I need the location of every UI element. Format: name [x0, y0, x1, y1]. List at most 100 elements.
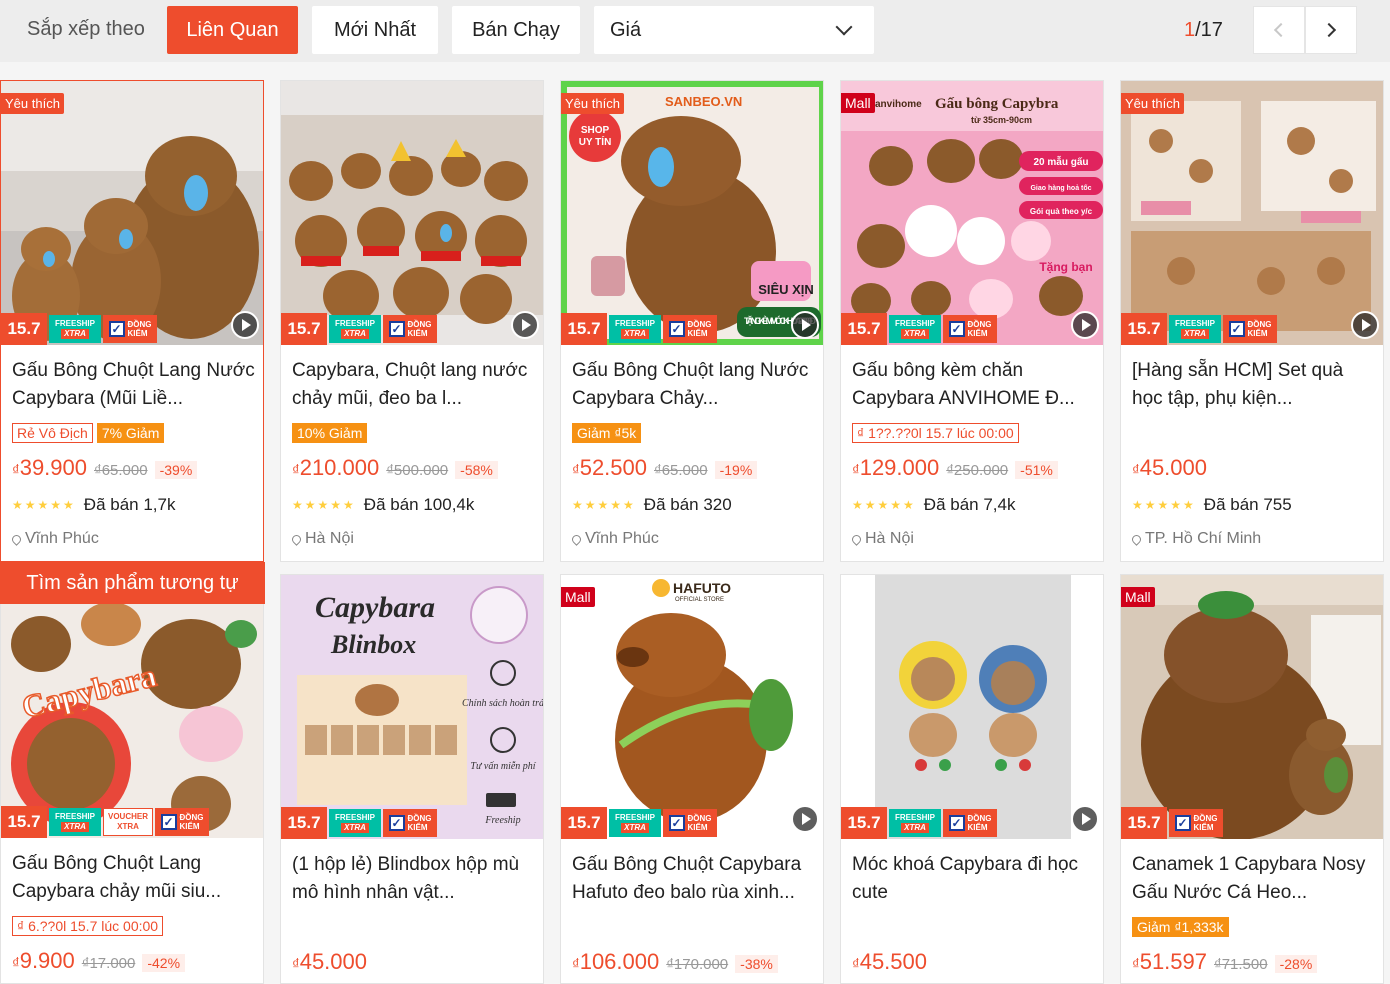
play-video-icon[interactable] — [231, 311, 259, 339]
product-card[interactable]: 15.7 FREESHIP XTRA ✓ ĐỒNG KIỂM Capybara, Ch… — [280, 80, 544, 562]
next-page-button[interactable] — [1305, 6, 1357, 54]
price-row: ₫51.597 ₫71.500 -28% — [1132, 949, 1318, 975]
product-title[interactable]: (1 hộp lẻ) Blindbox hộp mù mô hình nhân … — [292, 851, 536, 907]
original-price: ₫71.500 — [1214, 956, 1268, 973]
product-card[interactable]: Yêu thích 15.7 FREESHIP XTRA ✓ ĐỒNG KIỂM Gấ… — [0, 80, 264, 562]
play-video-icon[interactable] — [1071, 805, 1099, 833]
product-title[interactable]: Canamek 1 Capybara Nosy Gấu Nước Cá Heo.… — [1132, 851, 1376, 907]
product-image[interactable]: Capybara Blinbox Chính sách hoàn trả Tư … — [281, 575, 543, 839]
rating-row: ★★★★★ Đã bán 320 — [572, 495, 732, 515]
discount-badge: -58% — [455, 461, 498, 479]
product-image[interactable]: SHOP UY TÍN SANBEO.VN SIÊU XỊN TẶNG KÈM … — [561, 81, 823, 345]
sort-relevance-button[interactable]: Liên Quan — [167, 6, 298, 54]
star-rating-icon: ★★★★★ — [292, 498, 356, 512]
freeship-xtra-badge: FREESHIP XTRA — [609, 809, 661, 837]
original-price: ₫500.000 — [386, 462, 449, 479]
original-price: ₫65.000 — [654, 462, 708, 479]
product-card[interactable]: 15.7 FREESHIP XTRA ✓ ĐỒNG KIỂM Móc khoá Cap… — [840, 574, 1104, 984]
promo-tag: Rẻ Vô Địch — [12, 423, 93, 443]
product-image[interactable]: anvihome Gấu bông Capybra từ 35cm-90cm 2… — [841, 81, 1103, 345]
play-video-icon[interactable] — [1351, 311, 1379, 339]
price-row: ₫129.000 ₫250.000 -51% — [852, 455, 1058, 481]
play-video-icon[interactable] — [1071, 311, 1099, 339]
svg-text:UY TÍN: UY TÍN — [579, 135, 612, 148]
promo-tags: ₫ 6.??0l 15.7 lúc 00:00 — [12, 916, 164, 936]
discount-badge: -42% — [142, 954, 186, 972]
product-title[interactable]: Gấu Bông Chuột Lang Nước Capybara (Mũi L… — [12, 357, 256, 413]
price-row: ₫210.000 ₫500.000 -58% — [292, 455, 498, 481]
price-row: ₫52.500 ₫65.000 -19% — [572, 455, 758, 481]
checkmark-icon: ✓ — [948, 815, 965, 831]
product-image[interactable]: HAFUTO OFFICIAL STORE Mall 15.7 FREESHIP… — [561, 575, 823, 839]
sort-label: Sắp xếp theo — [27, 18, 145, 40]
product-title[interactable]: [Hàng sẵn HCM] Set quà học tập, phụ kiện… — [1132, 357, 1376, 413]
sort-bar: Sắp xếp theo Liên Quan Mới Nhất Bán Chạy… — [0, 0, 1390, 62]
product-price: ₫106.000 — [572, 949, 660, 974]
location: Vĩnh Phúc — [570, 530, 659, 548]
product-title[interactable]: Gấu Bông Chuột lang Nước Capybara Chảy..… — [572, 357, 816, 413]
promo-strip: 15.7 ✓ ĐỒNG KIỂM — [1121, 807, 1383, 839]
product-image[interactable]: Yêu thích 15.7 FREESHIP XTRA ✓ ĐỒNG KIỂM — [1, 81, 263, 345]
checkmark-icon: ✓ — [948, 321, 965, 337]
checkmark-icon: ✓ — [160, 814, 177, 830]
location-pin-icon — [290, 532, 303, 546]
price-row: ₫39.900 ₫65.000 -39% — [12, 455, 198, 481]
price-row: ₫9.900 ₫17.000 -42% — [12, 948, 186, 974]
product-image[interactable]: Yêu thích 15.7 FREESHIP XTRA ✓ ĐỒNG KIỂM — [1121, 81, 1383, 345]
favorite-badge: Yêu thích — [561, 93, 624, 114]
verified-badge: ✓ ĐỒNG KIỂM — [943, 315, 997, 343]
product-title[interactable]: Gấu Bông Chuột Lang Capybara chảy mũi si… — [12, 850, 256, 906]
promo-strip: 15.7 FREESHIP XTRA ✓ ĐỒNG KIỂM — [1, 313, 263, 345]
play-video-icon[interactable] — [511, 311, 539, 339]
product-title[interactable]: Gấu bông kèm chăn Capybara ANVIHOME Đ... — [852, 357, 1096, 413]
mall-badge: Mall — [561, 587, 595, 607]
product-card[interactable]: Mall 15.7 ✓ ĐỒNG KIỂM Canamek 1 Capybara N… — [1120, 574, 1384, 984]
sold-count: Đã bán 320 — [643, 495, 732, 514]
product-card[interactable]: Capybara 15.7 FREESHIP XTRA VOUCHER XTRA ✓… — [0, 604, 264, 984]
shop-badge-text: SHOP — [581, 125, 610, 136]
sort-newest-button[interactable]: Mới Nhất — [312, 6, 438, 54]
promo-tags: Giảm ₫5k — [572, 423, 642, 443]
sold-count: Đã bán 755 — [1203, 495, 1292, 514]
product-image[interactable]: 15.7 FREESHIP XTRA ✓ ĐỒNG KIỂM — [841, 575, 1103, 839]
svg-text:20 mẫu gấu: 20 mẫu gấu — [1033, 155, 1088, 168]
freeship-xtra-badge: FREESHIP XTRA — [329, 315, 381, 343]
prev-page-button[interactable] — [1253, 6, 1305, 54]
location: Hà Nội — [850, 530, 914, 548]
svg-text:Blinbox: Blinbox — [330, 630, 416, 659]
shop-name-text: SANBEO.VN — [665, 94, 742, 109]
product-title[interactable]: Gấu Bông Chuột Capybara Hafuto đeo balo … — [572, 851, 816, 907]
freeship-xtra-badge: FREESHIP XTRA — [609, 315, 661, 343]
product-card[interactable]: SHOP UY TÍN SANBEO.VN SIÊU XỊN TẶNG KÈM … — [560, 80, 824, 562]
verified-badge: ✓ ĐỒNG KIỂM — [663, 809, 717, 837]
promo-tags: 10% Giảm — [292, 423, 368, 443]
voucher-xtra-badge: VOUCHER XTRA — [103, 808, 153, 836]
discount-badge: -19% — [714, 461, 758, 479]
product-image[interactable]: Capybara 15.7 FREESHIP XTRA VOUCHER XTRA ✓… — [1, 604, 263, 838]
product-title[interactable]: Móc khoá Capybara đi học cute — [852, 851, 1096, 907]
product-title[interactable]: Capybara, Chuột lang nước chảy mũi, đeo … — [292, 357, 536, 413]
freeship-xtra-badge: FREESHIP XTRA — [889, 809, 941, 837]
sort-bestseller-button[interactable]: Bán Chạy — [452, 6, 580, 54]
banner-heading-text: Gấu bông Capybra — [935, 96, 1059, 112]
product-card[interactable]: HAFUTO OFFICIAL STORE Mall 15.7 FREESHIP… — [560, 574, 824, 984]
product-image[interactable]: Mall 15.7 ✓ ĐỒNG KIỂM — [1121, 575, 1383, 839]
page-indicator: 1/17 — [1184, 19, 1223, 42]
play-video-icon[interactable] — [791, 805, 819, 833]
product-card[interactable]: Capybara Blinbox Chính sách hoàn trả Tư … — [280, 574, 544, 984]
date-badge: 15.7 — [561, 807, 607, 839]
product-image[interactable]: 15.7 FREESHIP XTRA ✓ ĐỒNG KIỂM — [281, 81, 543, 345]
date-badge: 15.7 — [281, 807, 327, 839]
product-card[interactable]: anvihome Gấu bông Capybra từ 35cm-90cm 2… — [840, 80, 1104, 562]
verified-badge: ✓ ĐỒNG KIỂM — [663, 315, 717, 343]
date-badge: 15.7 — [561, 313, 607, 345]
promo-tags: Rẻ Vô Địch 7% Giảm — [12, 423, 165, 443]
freeship-xtra-badge: FREESHIP XTRA — [1169, 315, 1221, 343]
product-card[interactable]: Yêu thích 15.7 FREESHIP XTRA ✓ ĐỒNG KIỂM [H… — [1120, 80, 1384, 562]
sold-count: Đã bán 7,4k — [923, 495, 1016, 514]
find-similar-button[interactable]: Tìm sản phẩm tương tự — [0, 562, 265, 604]
price-sort-select[interactable]: Giá — [594, 6, 874, 54]
sold-count: Đã bán 100,4k — [363, 495, 475, 514]
verified-badge: ✓ ĐỒNG KIỂM — [103, 315, 157, 343]
play-video-icon[interactable] — [791, 311, 819, 339]
